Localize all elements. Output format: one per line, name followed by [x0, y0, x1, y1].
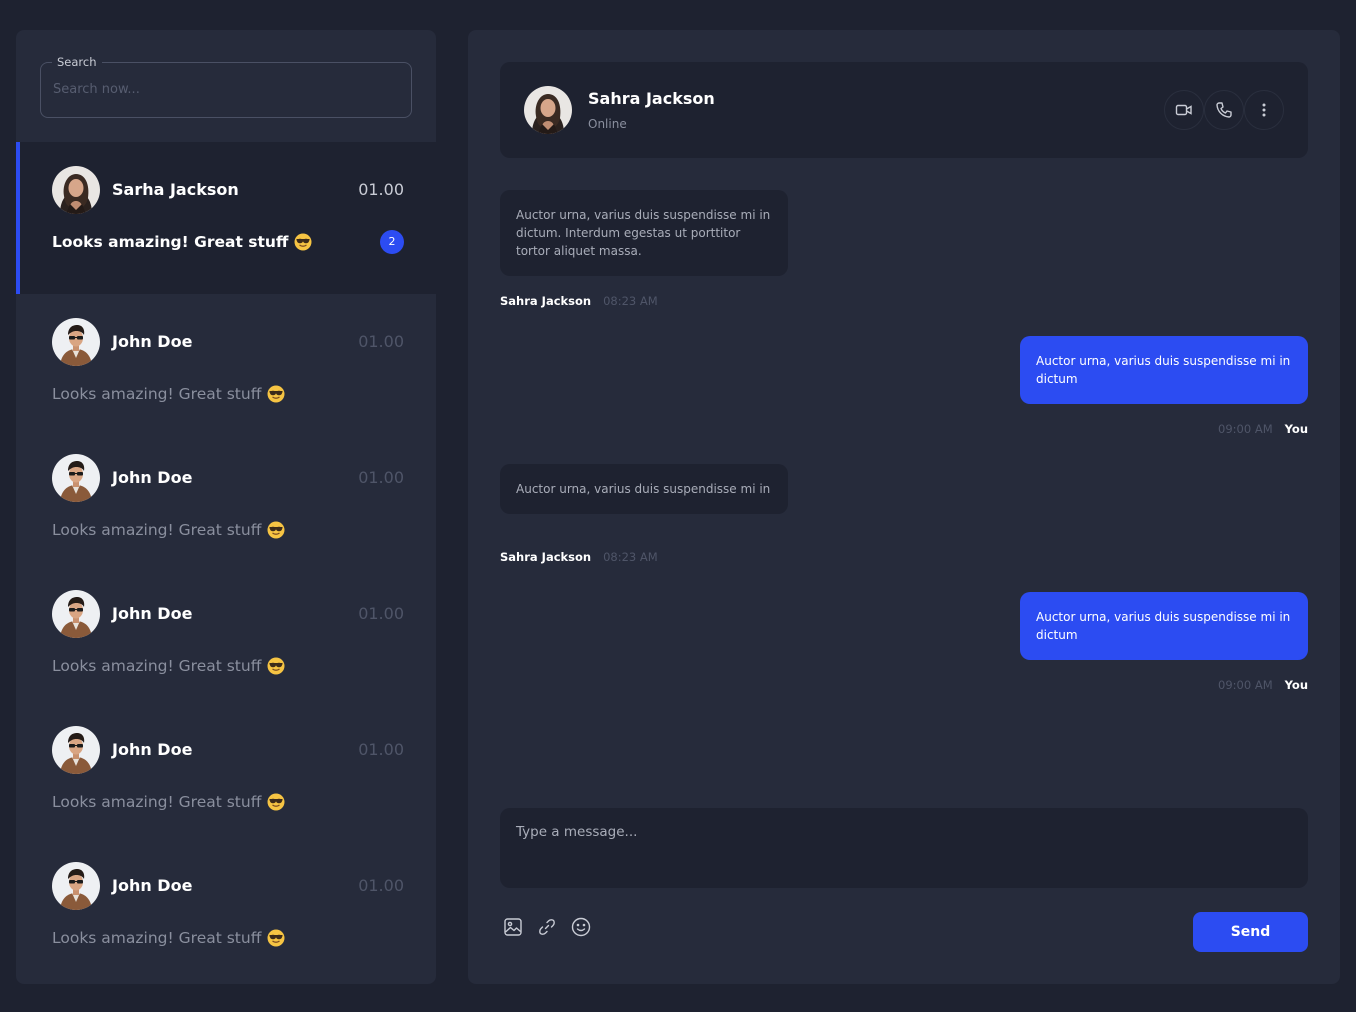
chat-time: 01.00 — [358, 180, 404, 199]
chat-list-item[interactable]: John Doe 01.00 Looks amazing! Great stuf… — [16, 294, 436, 430]
avatar-man — [52, 862, 100, 910]
voice-call-button[interactable] — [1204, 90, 1244, 130]
sunglasses-emoji-icon — [294, 233, 312, 251]
chat-name: Sarha Jackson — [112, 180, 239, 199]
video-call-button[interactable] — [1164, 90, 1204, 130]
more-vertical-icon — [1255, 101, 1273, 119]
chat-preview: Looks amazing! Great stuff — [52, 928, 285, 948]
chat-list-item[interactable]: John Doe 01.00 Looks amazing! Great stuf… — [16, 430, 436, 566]
chat-sidebar: Search Sarha Jackson 01.00 Looks amazing… — [16, 30, 436, 984]
chat-preview-text: Looks amazing! Great stuff — [52, 521, 262, 539]
chat-name: John Doe — [112, 876, 193, 895]
message-time: 08:23 AM — [603, 550, 658, 564]
message-sender: You — [1284, 422, 1308, 436]
sunglasses-emoji-icon — [267, 793, 285, 811]
composer-tools — [502, 917, 592, 941]
chat-time: 01.00 — [358, 332, 404, 351]
chat-time: 01.00 — [358, 876, 404, 895]
chat-name: John Doe — [112, 468, 193, 487]
contact-name: Sahra Jackson — [588, 89, 715, 108]
message-meta: 09:00 AM You — [1218, 421, 1308, 437]
chat-preview-text: Looks amazing! Great stuff — [52, 233, 289, 251]
video-call-icon — [1175, 101, 1193, 119]
avatar-man — [52, 590, 100, 638]
chat-preview: Looks amazing! Great stuff — [52, 792, 285, 812]
chat-preview-text: Looks amazing! Great stuff — [52, 793, 262, 811]
sunglasses-emoji-icon — [267, 929, 285, 947]
avatar-man — [52, 454, 100, 502]
chat-preview-text: Looks amazing! Great stuff — [52, 657, 262, 675]
chat-name: John Doe — [112, 604, 193, 623]
avatar-man — [52, 726, 100, 774]
chat-preview-text: Looks amazing! Great stuff — [52, 385, 262, 403]
chat-list: Sarha Jackson 01.00 Looks amazing! Great… — [16, 142, 436, 974]
send-button[interactable]: Send — [1193, 912, 1308, 952]
search-input[interactable] — [41, 63, 409, 115]
sunglasses-emoji-icon — [267, 657, 285, 675]
chat-time: 01.00 — [358, 740, 404, 759]
sunglasses-emoji-icon — [267, 385, 285, 403]
chat-list-item[interactable]: John Doe 01.00 Looks amazing! Great stuf… — [16, 566, 436, 702]
chat-list-item[interactable]: John Doe 01.00 Looks amazing! Great stuf… — [16, 702, 436, 838]
outgoing-message: Auctor urna, varius duis suspendisse mi … — [1020, 336, 1308, 404]
conversation-header: Sahra Jackson Online — [500, 62, 1308, 158]
chat-name: John Doe — [112, 740, 193, 759]
emoji-picker-button[interactable] — [570, 917, 592, 941]
avatar-man — [52, 318, 100, 366]
message-meta: Sahra Jackson 08:23 AM — [500, 293, 658, 309]
chat-preview: Looks amazing! Great stuff — [52, 520, 285, 540]
chat-preview: Looks amazing! Great stuff — [52, 232, 312, 252]
message-time: 09:00 AM — [1218, 678, 1273, 692]
message-sender: Sahra Jackson — [500, 550, 592, 564]
chat-preview: Looks amazing! Great stuff — [52, 656, 285, 676]
message-composer — [500, 808, 1308, 888]
chat-list-item-active[interactable]: Sarha Jackson 01.00 Looks amazing! Great… — [16, 142, 436, 294]
incoming-message: Auctor urna, varius duis suspendisse mi … — [500, 190, 788, 276]
message-sender: Sahra Jackson — [500, 294, 592, 308]
avatar-woman — [52, 166, 100, 214]
sunglasses-emoji-icon — [267, 521, 285, 539]
chat-name: John Doe — [112, 332, 193, 351]
attach-link-button[interactable] — [536, 918, 558, 940]
chat-preview-text: Looks amazing! Great stuff — [52, 929, 262, 947]
attach-image-button[interactable] — [502, 918, 524, 940]
emoji-icon — [571, 917, 591, 941]
unread-badge: 2 — [380, 230, 404, 254]
incoming-message: Auctor urna, varius duis suspendisse mi … — [500, 464, 788, 514]
image-icon — [503, 917, 523, 941]
link-icon — [537, 917, 557, 941]
message-sender: You — [1284, 678, 1308, 692]
message-time: 08:23 AM — [603, 294, 658, 308]
chat-preview: Looks amazing! Great stuff — [52, 384, 285, 404]
message-input[interactable] — [500, 808, 1308, 888]
search-field: Search — [40, 54, 412, 118]
chat-time: 01.00 — [358, 604, 404, 623]
message-meta: Sahra Jackson 08:23 AM — [500, 549, 658, 565]
header-actions — [1164, 90, 1284, 130]
message-meta: 09:00 AM You — [1218, 677, 1308, 693]
phone-icon — [1215, 101, 1233, 119]
avatar-woman — [524, 86, 572, 134]
message-time: 09:00 AM — [1218, 422, 1273, 436]
conversation-panel: Sahra Jackson Online Auctor urna, varius… — [468, 30, 1340, 984]
more-options-button[interactable] — [1244, 90, 1284, 130]
chat-time: 01.00 — [358, 468, 404, 487]
outgoing-message: Auctor urna, varius duis suspendisse mi … — [1020, 592, 1308, 660]
contact-status: Online — [588, 117, 627, 131]
chat-list-item[interactable]: John Doe 01.00 Looks amazing! Great stuf… — [16, 838, 436, 974]
